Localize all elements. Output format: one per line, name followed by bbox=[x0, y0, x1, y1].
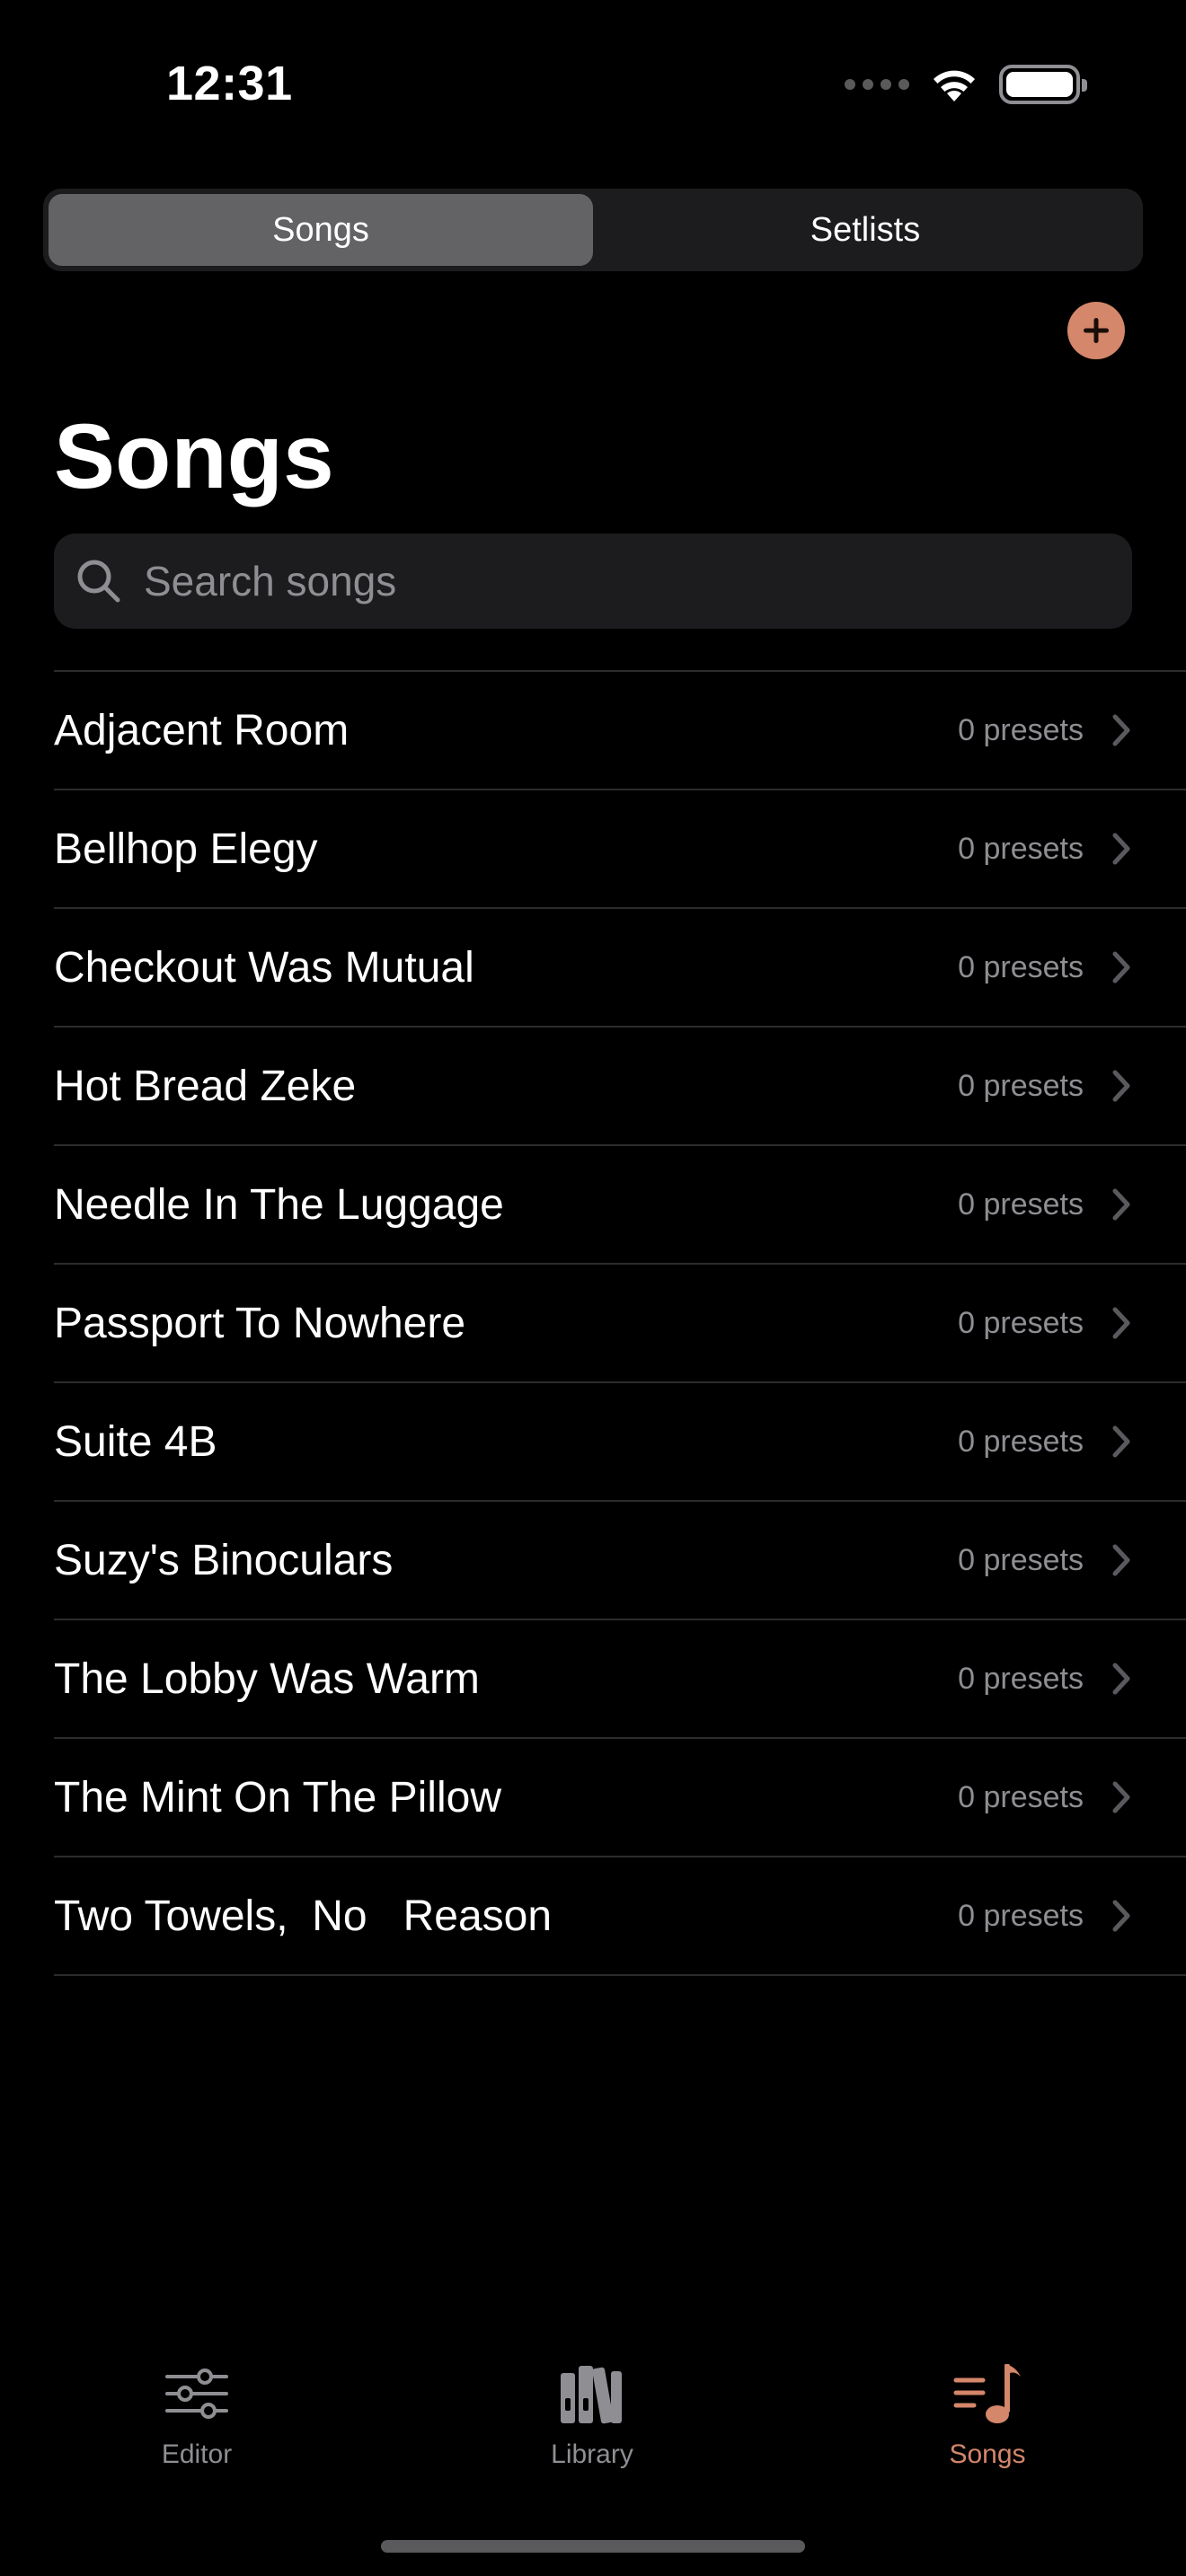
chevron-right-icon bbox=[1112, 1307, 1130, 1339]
cellular-signal-icon bbox=[845, 79, 909, 90]
song-title: Adjacent Room bbox=[54, 706, 350, 754]
preset-count: 0 presets bbox=[958, 1187, 1084, 1222]
song-row[interactable]: Hot Bread Zeke 0 presets bbox=[54, 1028, 1186, 1146]
chevron-right-icon bbox=[1112, 833, 1130, 865]
search-icon bbox=[77, 560, 120, 603]
song-title: Hot Bread Zeke bbox=[54, 1062, 357, 1110]
song-list: Adjacent Room 0 presets Bellhop Elegy 0 … bbox=[54, 670, 1186, 1976]
song-title: Suzy's Binoculars bbox=[54, 1536, 394, 1584]
chevron-right-icon bbox=[1112, 1070, 1130, 1102]
tab-editor[interactable]: Editor bbox=[107, 2353, 287, 2470]
books-icon bbox=[561, 2366, 622, 2424]
song-row[interactable]: Needle In The Luggage 0 presets bbox=[54, 1146, 1186, 1265]
song-row[interactable]: Checkout Was Mutual 0 presets bbox=[54, 909, 1186, 1028]
song-title: Checkout Was Mutual bbox=[54, 943, 474, 992]
preset-count: 0 presets bbox=[958, 1068, 1084, 1103]
battery-icon bbox=[999, 65, 1087, 104]
home-indicator bbox=[381, 2540, 805, 2553]
song-row[interactable]: Two Towels, No Reason 0 presets bbox=[54, 1857, 1186, 1976]
chevron-right-icon bbox=[1112, 1663, 1130, 1695]
preset-count: 0 presets bbox=[958, 712, 1084, 747]
status-time: 12:31 bbox=[166, 57, 293, 110]
preset-count: 0 presets bbox=[958, 1542, 1084, 1577]
chevron-right-icon bbox=[1112, 1425, 1130, 1458]
song-row[interactable]: Adjacent Room 0 presets bbox=[54, 672, 1186, 790]
wifi-icon bbox=[934, 70, 975, 101]
preset-count: 0 presets bbox=[958, 949, 1084, 984]
chevron-right-icon bbox=[1112, 1781, 1130, 1813]
segment-setlists[interactable]: Setlists bbox=[593, 194, 1137, 266]
chevron-right-icon bbox=[1112, 1900, 1130, 1932]
music-note-list-icon bbox=[953, 2364, 1021, 2423]
songs-setlists-segmented-control: Songs Setlists bbox=[43, 189, 1143, 271]
tab-library[interactable]: Library bbox=[502, 2353, 682, 2470]
preset-count: 0 presets bbox=[958, 1898, 1084, 1933]
tab-label: Editor bbox=[161, 2439, 233, 2469]
add-song-button[interactable] bbox=[1067, 302, 1125, 359]
chevron-right-icon bbox=[1112, 951, 1130, 984]
tab-songs[interactable]: Songs bbox=[898, 2353, 1077, 2470]
chevron-right-icon bbox=[1112, 714, 1130, 746]
search-bar[interactable] bbox=[54, 534, 1132, 629]
preset-count: 0 presets bbox=[958, 1424, 1084, 1459]
preset-count: 0 presets bbox=[958, 1661, 1084, 1696]
tab-label: Library bbox=[551, 2439, 633, 2469]
segment-songs[interactable]: Songs bbox=[49, 194, 593, 266]
song-row[interactable]: The Lobby Was Warm 0 presets bbox=[54, 1620, 1186, 1739]
song-title: Bellhop Elegy bbox=[54, 825, 318, 873]
song-title: Needle In The Luggage bbox=[54, 1180, 504, 1229]
song-title: Suite 4B bbox=[54, 1417, 217, 1466]
chevron-right-icon bbox=[1112, 1188, 1130, 1221]
song-title: The Lobby Was Warm bbox=[54, 1654, 480, 1703]
song-row[interactable]: Passport To Nowhere 0 presets bbox=[54, 1265, 1186, 1383]
preset-count: 0 presets bbox=[958, 831, 1084, 866]
song-title: Passport To Nowhere bbox=[54, 1299, 466, 1347]
preset-count: 0 presets bbox=[958, 1779, 1084, 1814]
plus-icon bbox=[1084, 318, 1109, 343]
tab-bar: Editor Library Songs bbox=[0, 2353, 1186, 2488]
sliders-icon bbox=[165, 2369, 228, 2419]
preset-count: 0 presets bbox=[958, 1305, 1084, 1340]
song-row[interactable]: Bellhop Elegy 0 presets bbox=[54, 790, 1186, 909]
page-title: Songs bbox=[54, 405, 334, 507]
chevron-right-icon bbox=[1112, 1544, 1130, 1576]
search-input[interactable] bbox=[142, 556, 1044, 606]
song-row[interactable]: The Mint On The Pillow 0 presets bbox=[54, 1739, 1186, 1857]
song-title: Two Towels, No Reason bbox=[54, 1892, 553, 1940]
tab-label: Songs bbox=[949, 2439, 1026, 2469]
song-row[interactable]: Suzy's Binoculars 0 presets bbox=[54, 1502, 1186, 1620]
status-icons bbox=[845, 65, 1087, 104]
song-title: The Mint On The Pillow bbox=[54, 1773, 501, 1822]
song-row[interactable]: Suite 4B 0 presets bbox=[54, 1383, 1186, 1502]
